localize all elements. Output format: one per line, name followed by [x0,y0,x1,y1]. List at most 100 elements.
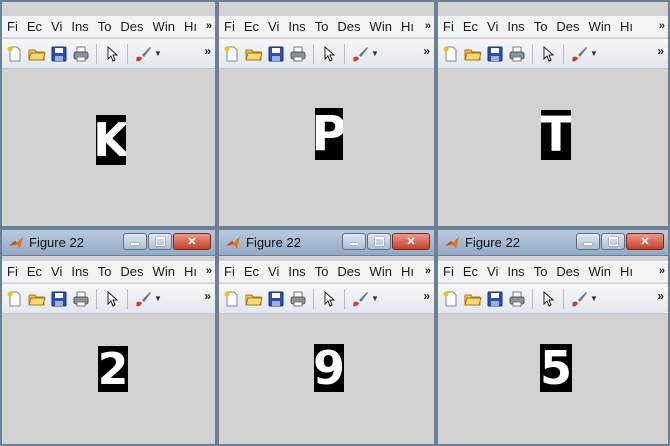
figure-window-2[interactable]: Fi Ec Vi Ins To Des Win Hı » ▼ » P [217,0,436,228]
menu-overflow-icon[interactable]: » [206,265,212,277]
maximize-button[interactable] [148,233,172,250]
figure-window-5[interactable]: Figure 22 ✕ Fi Ec Vi Ins To Des Win Hı »… [217,228,436,446]
toolbar-overflow-icon[interactable]: » [423,289,430,303]
new-file-icon[interactable] [223,290,241,308]
open-folder-icon[interactable] [245,290,263,308]
figure-window-4[interactable]: Figure 22 ✕ Fi Ec Vi Ins To Des Win Hı »… [0,228,217,446]
menu-help[interactable]: Hı [620,264,633,279]
maximize-button[interactable] [601,233,625,250]
dropdown-arrow-icon[interactable]: ▼ [371,294,379,303]
close-button[interactable]: ✕ [626,233,664,250]
toolbar-overflow-icon[interactable]: » [423,44,430,58]
menu-desktop[interactable]: Des [337,19,360,34]
menu-window[interactable]: Win [370,19,392,34]
new-file-icon[interactable] [442,290,460,308]
menu-edit[interactable]: Ec [463,264,478,279]
figure-window-1[interactable]: Fi Ec Vi Ins To Des Win Hı » ▼ » K [0,0,217,228]
menu-window[interactable]: Win [153,19,175,34]
menu-desktop[interactable]: Des [337,264,360,279]
toolbar-overflow-icon[interactable]: » [204,44,211,58]
maximize-button[interactable] [367,233,391,250]
menu-desktop[interactable]: Des [120,19,143,34]
open-folder-icon[interactable] [28,45,46,63]
title-bar[interactable]: Figure 22 ✕ [2,230,215,256]
menu-insert[interactable]: Ins [288,19,305,34]
menu-desktop[interactable]: Des [556,264,579,279]
dropdown-arrow-icon[interactable]: ▼ [590,294,598,303]
menu-view[interactable]: Vi [487,19,498,34]
menu-overflow-icon[interactable]: » [659,20,665,32]
menu-insert[interactable]: Ins [507,19,524,34]
menu-edit[interactable]: Ec [463,19,478,34]
menu-file[interactable]: Fi [443,264,454,279]
open-folder-icon[interactable] [464,290,482,308]
new-file-icon[interactable] [223,45,241,63]
menu-insert[interactable]: Ins [71,264,88,279]
menu-help[interactable]: Hı [620,19,633,34]
dropdown-arrow-icon[interactable]: ▼ [154,49,162,58]
save-icon[interactable] [267,45,285,63]
brush-icon[interactable] [134,290,152,308]
menu-file[interactable]: Fi [7,19,18,34]
menu-tools[interactable]: To [98,264,112,279]
minimize-button[interactable] [576,233,600,250]
menu-desktop[interactable]: Des [120,264,143,279]
menu-insert[interactable]: Ins [288,264,305,279]
title-bar[interactable]: Figure 22 ✕ [219,230,434,256]
print-icon[interactable] [72,45,90,63]
menu-edit[interactable]: Ec [27,264,42,279]
menu-tools[interactable]: To [315,264,329,279]
brush-icon[interactable] [134,45,152,63]
menu-view[interactable]: Vi [268,264,279,279]
menu-tools[interactable]: To [534,264,548,279]
dropdown-arrow-icon[interactable]: ▼ [154,294,162,303]
print-icon[interactable] [289,290,307,308]
new-file-icon[interactable] [6,290,24,308]
open-folder-icon[interactable] [464,45,482,63]
title-bar[interactable]: Figure 22 ✕ [438,230,668,256]
menu-file[interactable]: Fi [7,264,18,279]
menu-tools[interactable]: To [98,19,112,34]
print-icon[interactable] [508,290,526,308]
menu-tools[interactable]: To [534,19,548,34]
pointer-icon[interactable] [320,45,338,63]
menu-file[interactable]: Fi [443,19,454,34]
figure-window-3[interactable]: Fi Ec Vi Ins To Des Win Hı » ▼ » T [436,0,670,228]
menu-overflow-icon[interactable]: » [206,20,212,32]
save-icon[interactable] [50,290,68,308]
new-file-icon[interactable] [6,45,24,63]
brush-icon[interactable] [351,290,369,308]
menu-edit[interactable]: Ec [244,19,259,34]
menu-edit[interactable]: Ec [244,264,259,279]
print-icon[interactable] [72,290,90,308]
menu-overflow-icon[interactable]: » [425,20,431,32]
brush-icon[interactable] [570,45,588,63]
save-icon[interactable] [267,290,285,308]
menu-view[interactable]: Vi [51,264,62,279]
menu-help[interactable]: Hı [184,19,197,34]
close-button[interactable]: ✕ [392,233,430,250]
new-file-icon[interactable] [442,45,460,63]
menu-help[interactable]: Hı [401,264,414,279]
menu-overflow-icon[interactable]: » [425,265,431,277]
menu-view[interactable]: Vi [51,19,62,34]
save-icon[interactable] [486,290,504,308]
save-icon[interactable] [486,45,504,63]
menu-window[interactable]: Win [370,264,392,279]
minimize-button[interactable] [123,233,147,250]
toolbar-overflow-icon[interactable]: » [657,44,664,58]
open-folder-icon[interactable] [245,45,263,63]
menu-help[interactable]: Hı [401,19,414,34]
menu-window[interactable]: Win [589,264,611,279]
menu-tools[interactable]: To [315,19,329,34]
menu-file[interactable]: Fi [224,19,235,34]
menu-help[interactable]: Hı [184,264,197,279]
menu-window[interactable]: Win [589,19,611,34]
pointer-icon[interactable] [539,290,557,308]
menu-overflow-icon[interactable]: » [659,265,665,277]
save-icon[interactable] [50,45,68,63]
pointer-icon[interactable] [103,45,121,63]
pointer-icon[interactable] [539,45,557,63]
menu-view[interactable]: Vi [487,264,498,279]
open-folder-icon[interactable] [28,290,46,308]
